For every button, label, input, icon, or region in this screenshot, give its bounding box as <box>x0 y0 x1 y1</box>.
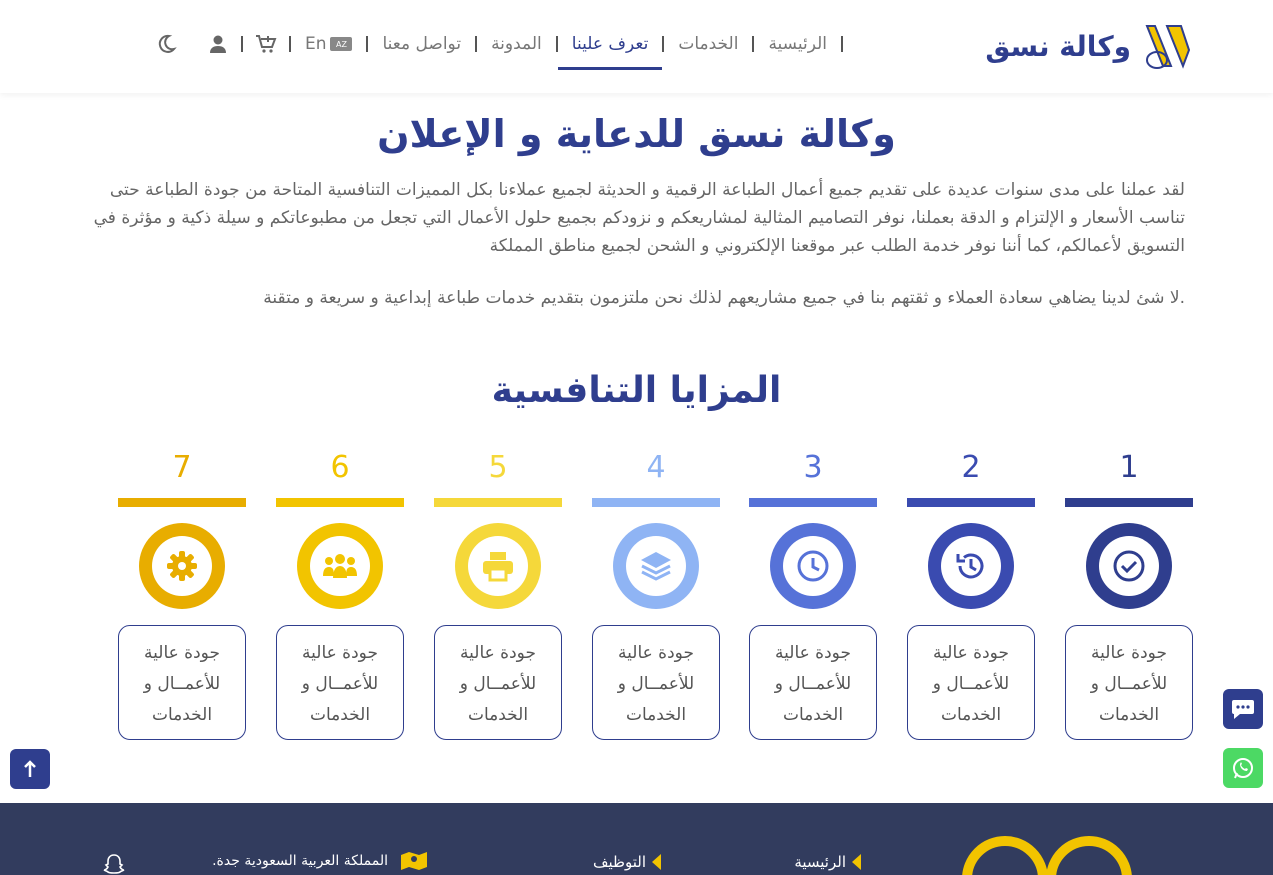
map-icon <box>401 852 427 870</box>
users-icon <box>323 554 357 578</box>
footer-logo-icon <box>962 836 1132 875</box>
advantage-circle <box>297 523 383 609</box>
advantage-text: جودة عالية للأعمــال و الخدمات <box>907 625 1035 740</box>
nav-item-services[interactable]: الخدمات <box>664 30 752 58</box>
advantage-text: جودة عالية للأعمــال و الخدمات <box>592 625 720 740</box>
language-card-icon: AZ <box>330 37 353 51</box>
language-label: En <box>304 34 327 54</box>
scroll-to-top-button[interactable] <box>10 749 50 789</box>
intro-title: وكالة نسق للدعاية و الإعلان <box>377 112 896 156</box>
advantage-circle <box>613 523 699 609</box>
advantage-bar <box>1065 498 1193 507</box>
clock-icon <box>797 550 829 582</box>
advantage-card: 7 جودة عالية للأعمــال و الخدمات <box>118 450 246 740</box>
advantages-title: المزايا التنافسية <box>491 370 782 411</box>
whatsapp-icon <box>1233 758 1253 779</box>
advantage-bar <box>434 498 562 507</box>
advantages-list: 1 جودة عالية للأعمــال و الخدمات 2 جودة … <box>118 450 1193 750</box>
user-icon[interactable] <box>207 33 229 55</box>
caret-left-icon <box>652 854 661 870</box>
cart-plus-icon[interactable] <box>255 33 277 55</box>
advantage-number: 6 <box>330 450 350 485</box>
caret-left-icon <box>852 854 861 870</box>
advantage-circle <box>1086 523 1172 609</box>
advantage-circle <box>770 523 856 609</box>
whatsapp-button[interactable] <box>1223 748 1263 788</box>
main-nav: الرئيسية الخدمات تعرف علينا المدونة تواص… <box>143 30 843 70</box>
nav-separator <box>288 36 291 52</box>
nav-separator <box>240 36 243 52</box>
logo-mark-icon <box>1145 25 1191 69</box>
gear-icon <box>167 551 197 581</box>
advantage-number: 3 <box>803 450 823 485</box>
chat-icon <box>1232 700 1254 719</box>
advantage-text: جودة عالية للأعمــال و الخدمات <box>434 625 562 740</box>
brand-logo[interactable]: وكالة نسق <box>985 20 1193 72</box>
advantage-text: جودة عالية للأعمــال و الخدمات <box>1065 625 1193 740</box>
advantage-number: 5 <box>488 450 508 485</box>
nav-item-blog[interactable]: المدونة <box>477 30 556 58</box>
intro-paragraph-1: لقد عملنا على مدى سنوات عديدة على تقديم … <box>93 180 1185 256</box>
advantage-text: جودة عالية للأعمــال و الخدمات <box>118 625 246 740</box>
advantage-bar <box>276 498 404 507</box>
advantage-number: 1 <box>1119 450 1139 485</box>
footer-link-careers[interactable]: التوظيف <box>593 853 661 871</box>
snapchat-icon[interactable] <box>103 853 125 875</box>
footer-address: المملكة العربية السعودية جدة. <box>212 850 428 872</box>
advantage-card: 1 جودة عالية للأعمــال و الخدمات <box>1065 450 1193 740</box>
nav-item-home[interactable]: الرئيسية <box>754 30 841 58</box>
intro-paragraph-2: .لا شئ لدينا يضاهي سعادة العملاء و ثقتهم… <box>263 288 1185 308</box>
advantage-number: 4 <box>646 450 666 485</box>
advantage-number: 2 <box>961 450 981 485</box>
history-icon <box>956 553 984 579</box>
advantage-card: 3 جودة عالية للأعمــال و الخدمات <box>749 450 877 740</box>
advantage-bar <box>592 498 720 507</box>
advantage-circle <box>455 523 541 609</box>
advantage-circle <box>928 523 1014 609</box>
printer-icon <box>483 552 513 582</box>
advantage-circle <box>139 523 225 609</box>
advantage-card: 4 جودة عالية للأعمــال و الخدمات <box>592 450 720 740</box>
footer-link-home[interactable]: الرئيسية <box>794 853 861 871</box>
advantage-text: جودة عالية للأعمــال و الخدمات <box>276 625 404 740</box>
nav-separator <box>841 36 843 52</box>
advantage-text: جودة عالية للأعمــال و الخدمات <box>749 625 877 740</box>
chat-button[interactable] <box>1223 689 1263 729</box>
nav-item-contact[interactable]: تواصل معنا <box>368 30 475 58</box>
brand-name: وكالة نسق <box>985 29 1131 63</box>
arrow-up-icon <box>24 760 36 777</box>
site-header: وكالة نسق الرئيسية الخدمات تعرف علينا ال… <box>0 0 1273 93</box>
advantage-bar <box>118 498 246 507</box>
advantage-card: 6 جودة عالية للأعمــال و الخدمات <box>276 450 404 740</box>
moon-icon[interactable] <box>155 33 177 55</box>
advantage-bar <box>749 498 877 507</box>
nav-item-about[interactable]: تعرف علينا <box>557 30 663 70</box>
advantage-card: 5 جودة عالية للأعمــال و الخدمات <box>434 450 562 740</box>
advantage-number: 7 <box>172 450 192 485</box>
language-switch[interactable]: AZ En <box>291 34 367 54</box>
advantage-bar <box>907 498 1035 507</box>
layers-icon <box>641 552 671 581</box>
check-circle-icon <box>1113 550 1145 582</box>
site-footer: الرئيسية التوظيف المملكة العربية السعودي… <box>0 803 1273 875</box>
advantage-card: 2 جودة عالية للأعمــال و الخدمات <box>907 450 1035 740</box>
